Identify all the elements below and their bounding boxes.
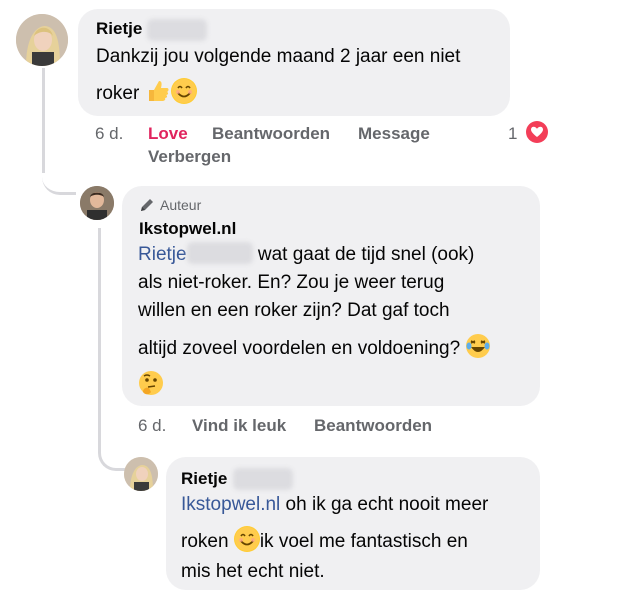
comment-author-rietje[interactable]: Rietje — [96, 19, 142, 39]
thread-connector-2 — [98, 436, 127, 471]
heart-icon — [526, 121, 548, 143]
reply2-line2-start: roken — [181, 531, 229, 552]
hide-button[interactable]: Verbergen — [148, 147, 231, 167]
reply2-text-line-3: mis het echt niet. — [181, 561, 325, 582]
reply1-text-line-3: willen en een roker zijn? Dat gaf toch — [138, 300, 450, 321]
avatar-rietje-image — [16, 14, 68, 66]
reply1-text-line-4: altijd zoveel voordelen en voldoening? — [138, 333, 491, 364]
thinking-face-emoji — [138, 370, 164, 396]
comment-text-roker: roker — [96, 83, 140, 104]
reply1-text-line-2: als niet-roker. En? Zou je weer terug — [138, 272, 445, 293]
mention-ikstopwel[interactable]: Ikstopwel.nl — [181, 494, 280, 515]
avatar-ikstopwel[interactable] — [80, 186, 114, 220]
redacted-surname-2 — [233, 468, 293, 490]
thread-connector-1 — [42, 160, 76, 195]
comment-timestamp[interactable]: 6 d. — [95, 124, 123, 144]
thread-line-main — [42, 68, 45, 173]
reply2-text-line-2: roken ik voel me fantastisch en — [181, 526, 468, 557]
reply1-text-line-1: Rietje wat gaat de tijd snel (ook) — [138, 240, 474, 270]
reply1-timestamp[interactable]: 6 d. — [138, 416, 166, 436]
pen-icon — [139, 197, 155, 213]
comment-author-ikstopwel[interactable]: Ikstopwel.nl — [139, 219, 236, 239]
author-badge: Auteur — [160, 197, 202, 213]
reply1-reply-button[interactable]: Beantwoorden — [314, 416, 432, 436]
reaction-count-value: 1 — [508, 124, 518, 143]
smiling-face-emoji — [170, 78, 197, 104]
mention-rietje[interactable]: Rietje — [138, 244, 187, 265]
comment-text-line-1: Dankzij jou volgende maand 2 jaar een ni… — [96, 46, 461, 67]
reply1-line1-rest: wat gaat de tijd snel (ook) — [252, 244, 475, 265]
reply2-author-rietje[interactable]: Rietje — [181, 469, 227, 489]
reply2-line2-end: ik voel me fantastisch en — [259, 531, 468, 552]
reply2-line1-rest: oh ik ga echt nooit meer — [280, 494, 489, 515]
love-reaction-button[interactable]: Love — [148, 124, 188, 144]
thread-line-reply — [98, 228, 101, 448]
like-button[interactable]: Vind ik leuk — [192, 416, 286, 436]
avatar-rietje-reply[interactable] — [124, 457, 158, 491]
thumbs-up-emoji — [145, 78, 171, 104]
laughing-emoji — [465, 333, 491, 359]
reply2-text-line-1: Ikstopwel.nl oh ik ga echt nooit meer — [181, 490, 488, 520]
redacted-surname-mention — [186, 242, 253, 264]
reaction-count[interactable]: 1 — [508, 124, 517, 144]
redacted-surname — [147, 19, 207, 41]
reply-button[interactable]: Beantwoorden — [212, 124, 330, 144]
message-button[interactable]: Message — [358, 124, 430, 144]
comment-text-line-2: roker — [96, 78, 197, 109]
smiling-face-emoji-2 — [233, 526, 260, 552]
avatar-ikstopwel-image — [80, 186, 114, 220]
avatar-rietje-reply-image — [124, 457, 158, 491]
avatar-rietje[interactable] — [16, 14, 68, 66]
reply1-line4-text: altijd zoveel voordelen en voldoening? — [138, 338, 461, 359]
